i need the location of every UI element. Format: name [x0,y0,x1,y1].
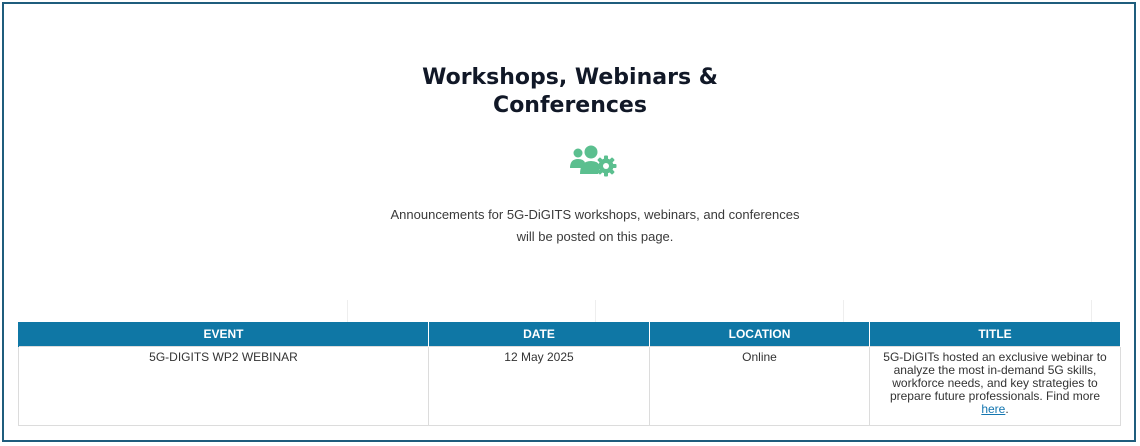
divider [843,300,844,322]
title-text: 5G-DiGITs hosted an exclusive webinar to… [883,350,1107,403]
date-cell: 12 May 2025 [428,346,650,426]
column-header-date: DATE [428,322,650,347]
column-header-location: LOCATION [649,322,870,347]
divider [1091,300,1092,322]
title-end: . [1005,402,1009,416]
events-table: EVENT DATE LOCATION TITLE 5G-DIGITS WP2 … [18,322,1121,426]
page-title: Workshops, Webinars & Conferences [0,64,1140,120]
column-header-event: EVENT [18,322,429,347]
column-header-title: TITLE [869,322,1121,347]
divider [595,300,596,322]
event-cell: 5G-DIGITS WP2 WEBINAR [18,346,429,426]
section-description: Announcements for 5G-DiGITS workshops, w… [390,207,800,244]
find-more-here-link[interactable]: here [981,402,1005,416]
page-title-line-2: Conferences [493,93,647,118]
users-gear-icon [568,144,618,178]
title-cell: 5G-DiGITs hosted an exclusive webinar to… [869,346,1121,426]
location-cell: Online [649,346,870,426]
divider [347,300,348,322]
table-row: 5G-DIGITS WP2 WEBINAR 12 May 2025 Online… [18,346,1121,426]
page-title-line-1: Workshops, Webinars & [422,65,718,90]
table-header-row: EVENT DATE LOCATION TITLE [18,322,1121,347]
